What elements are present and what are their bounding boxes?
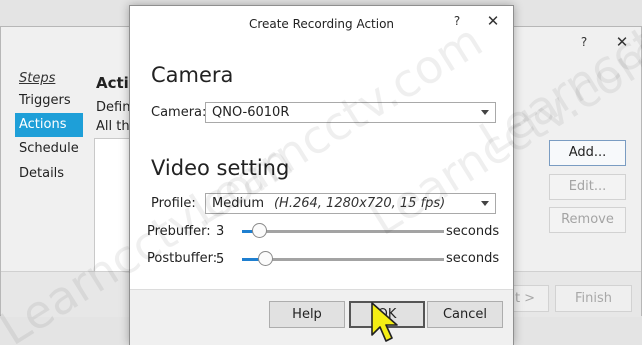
add-action-button[interactable]: Add... (549, 140, 626, 166)
help-button[interactable]: Help (269, 301, 345, 328)
chevron-down-icon (481, 201, 489, 206)
prebuffer-value: 3 (216, 224, 225, 239)
video-setting-section-heading: Video setting (151, 156, 290, 180)
finish-button[interactable]: Finish (555, 285, 632, 312)
camera-select[interactable]: QNO-6010R (205, 102, 496, 123)
dialog-footer: Help OK Cancel (130, 289, 513, 345)
camera-label: Camera: (151, 105, 207, 120)
prebuffer-slider[interactable] (242, 223, 444, 238)
step-actions[interactable]: Actions (15, 113, 83, 137)
postbuffer-value: 5 (216, 252, 225, 267)
dialog-help-icon[interactable]: ? (442, 6, 472, 36)
profile-select-value: Medium (212, 196, 264, 211)
profile-label: Profile: (151, 196, 196, 211)
step-details[interactable]: Details (15, 162, 83, 186)
help-icon[interactable]: ? (569, 27, 599, 57)
steps-heading: Steps (19, 71, 56, 86)
profile-select[interactable]: Medium (H.264, 1280x720, 15 fps) (205, 193, 496, 214)
prebuffer-slider-thumb[interactable] (252, 223, 267, 238)
actions-description-line1: Defin (96, 100, 131, 115)
camera-section-heading: Camera (151, 63, 234, 87)
prebuffer-label: Prebuffer: (147, 224, 211, 239)
postbuffer-label: Postbuffer: (147, 251, 218, 266)
pointer-cursor-icon (371, 302, 398, 342)
camera-select-value: QNO-6010R (212, 105, 290, 120)
chevron-down-icon (481, 110, 489, 115)
cancel-button[interactable]: Cancel (427, 301, 503, 328)
remove-action-button[interactable]: Remove (549, 207, 626, 233)
step-schedule[interactable]: Schedule (15, 137, 83, 161)
postbuffer-slider-thumb[interactable] (258, 251, 273, 266)
edit-action-button[interactable]: Edit... (549, 174, 626, 200)
postbuffer-slider[interactable] (242, 251, 444, 266)
postbuffer-unit: seconds (446, 251, 500, 266)
dialog-close-icon[interactable]: ✕ (478, 6, 508, 36)
profile-select-detail: (H.264, 1280x720, 15 fps) (273, 196, 446, 211)
create-recording-action-dialog: Create Recording Action ? ✕ Camera Camer… (129, 5, 514, 345)
close-icon[interactable]: ✕ (607, 27, 637, 57)
prebuffer-unit: seconds (446, 224, 500, 239)
step-triggers[interactable]: Triggers (15, 89, 83, 113)
